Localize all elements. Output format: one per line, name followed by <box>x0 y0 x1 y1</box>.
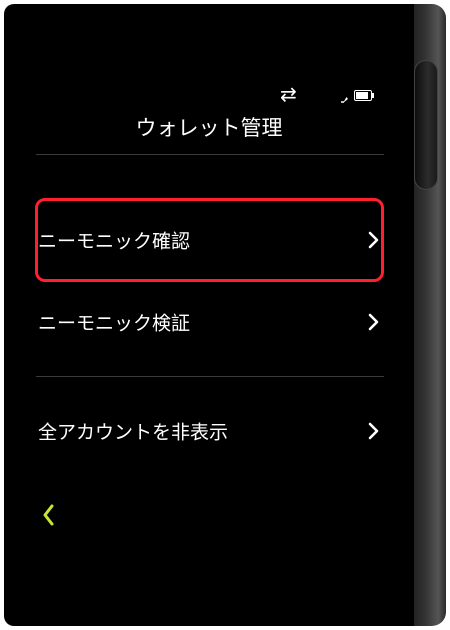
chevron-left-icon <box>40 504 56 532</box>
highlight-box <box>35 198 384 282</box>
page-title: ウォレット管理 <box>135 116 283 140</box>
back-button[interactable] <box>40 502 68 536</box>
divider <box>36 154 384 155</box>
menu-item-label: 全アカウントを非表示 <box>38 421 229 444</box>
menu-item-label: ニーモニック検証 <box>38 312 191 335</box>
menu-item-hide-all-accounts[interactable]: 全アカウントを非表示 <box>34 403 386 459</box>
side-button[interactable] <box>414 60 438 190</box>
chevron-right-icon <box>368 422 380 440</box>
chevron-right-icon <box>368 313 380 331</box>
battery-icon <box>354 90 376 102</box>
menu-item-mnemonic-verify[interactable]: ニーモニック検証 <box>34 294 386 350</box>
divider <box>36 376 384 377</box>
wifi-icon <box>337 90 349 103</box>
sync-arrows-icon: ⇄ <box>280 82 297 106</box>
device-screen: ⇄ ウォレット管理 ニーモニック確認 ニーモニック検証 全アカウントを非表示 <box>4 4 414 626</box>
hardware-wallet-device: ⇄ ウォレット管理 ニーモニック確認 ニーモニック検証 全アカウントを非表示 <box>4 4 446 626</box>
